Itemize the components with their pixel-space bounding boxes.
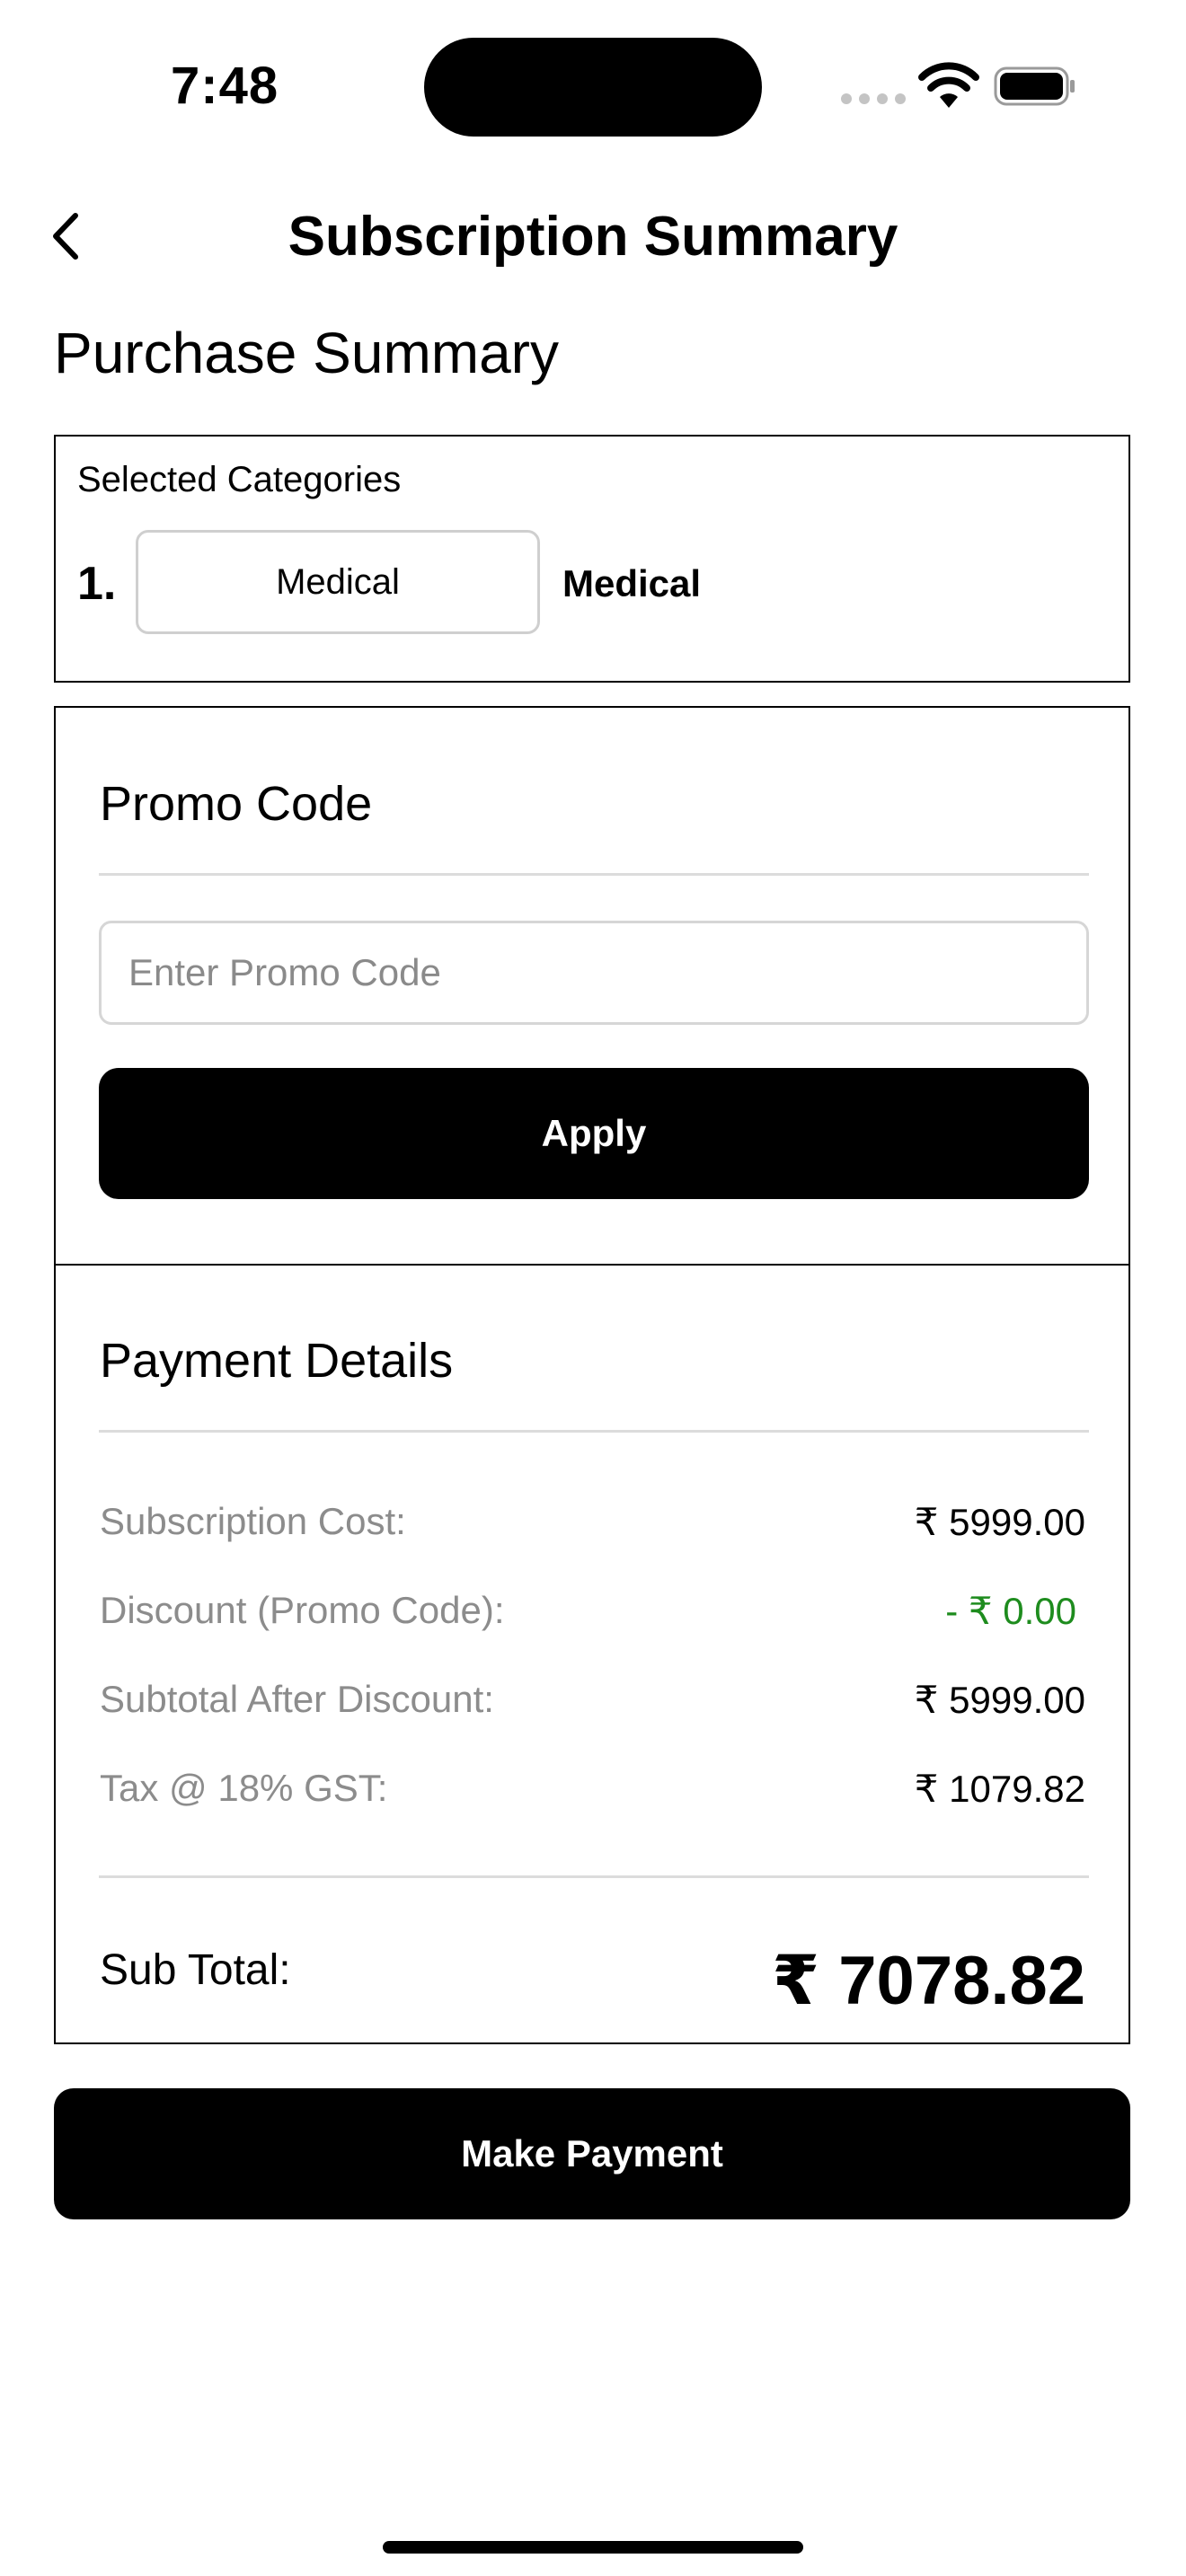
sub-total-label: Sub Total: [100, 1946, 291, 1994]
discount-value: - ₹ 0.00 [945, 1590, 1076, 1632]
payment-divider-bottom [99, 1875, 1089, 1878]
dynamic-island [424, 38, 762, 137]
card-divider [54, 1264, 1130, 1266]
category-index: 1. [77, 558, 117, 610]
signal-dots-icon [841, 93, 906, 104]
promo-divider [99, 873, 1089, 876]
battery-icon [994, 66, 1075, 106]
tax-value: ₹ 1079.82 [914, 1768, 1085, 1810]
sub-total-value: ₹ 7078.82 [772, 1943, 1085, 2019]
apply-button[interactable]: Apply [99, 1068, 1089, 1199]
payment-details-title: Payment Details [100, 1334, 454, 1388]
subtotal-after-discount-label: Subtotal After Discount: [100, 1678, 494, 1720]
subtotal-after-discount-value: ₹ 5999.00 [914, 1679, 1085, 1721]
home-indicator [383, 2541, 803, 2554]
subscription-cost-value: ₹ 5999.00 [914, 1501, 1085, 1543]
payment-divider-top [99, 1430, 1089, 1433]
category-chip[interactable]: Medical [136, 530, 540, 634]
page-title: Subscription Summary [288, 206, 898, 268]
status-time: 7:48 [171, 57, 279, 115]
discount-label: Discount (Promo Code): [100, 1589, 505, 1631]
promo-code-title: Promo Code [100, 777, 373, 831]
promo-code-input[interactable] [99, 921, 1089, 1025]
selected-categories-label: Selected Categories [77, 460, 402, 499]
category-name: Medical [562, 562, 702, 604]
wifi-icon [918, 62, 979, 108]
make-payment-button[interactable]: Make Payment [54, 2088, 1130, 2219]
subscription-cost-label: Subscription Cost: [100, 1500, 406, 1542]
tax-label: Tax @ 18% GST: [100, 1767, 388, 1809]
purchase-summary-heading: Purchase Summary [54, 321, 559, 385]
